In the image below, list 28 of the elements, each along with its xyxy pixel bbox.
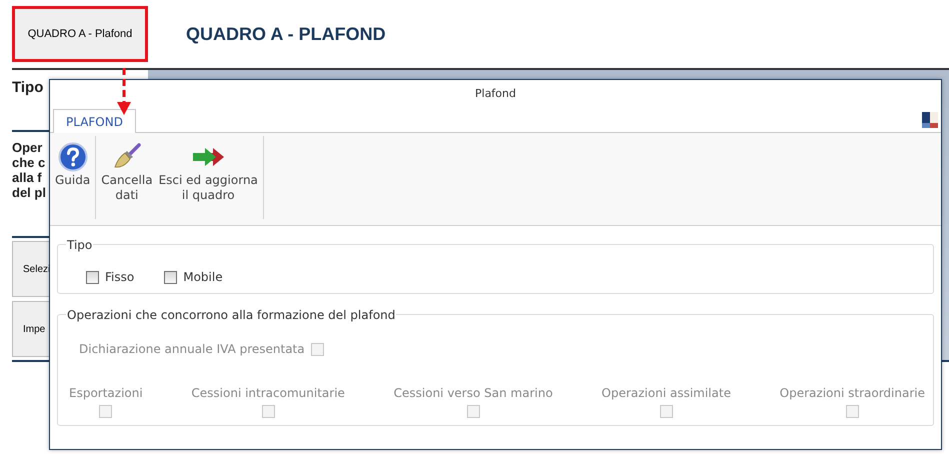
page-title: QUADRO A - PLAFOND: [186, 22, 386, 46]
checkbox-label: Dichiarazione annuale IVA presentata: [79, 341, 305, 358]
section-heading: del pl: [12, 185, 46, 200]
checkbox-label: Operazioni straordinarie: [780, 385, 925, 402]
annotation-arrow: [117, 68, 131, 116]
tab[interactable]: PLAFOND: [53, 109, 136, 133]
fieldset-legend: Operazioni che concorrono alla formazione del plafond: [67, 308, 396, 322]
arrow-icon: [191, 147, 226, 167]
section-heading: che c: [12, 155, 46, 170]
quadro-button[interactable]: QUADRO A - Plafond: [12, 6, 148, 62]
checkbox[interactable]: [164, 270, 178, 284]
section-heading: alla f: [12, 170, 42, 185]
checkbox-label: Esportazioni: [69, 385, 143, 402]
checkbox-label: Cessioni intracomunitarie: [191, 385, 345, 402]
checkbox[interactable]: [86, 270, 99, 284]
fieldset-legend: Tipo: [67, 238, 92, 252]
dialog-title: Plafond: [475, 86, 516, 102]
section-heading: Tipo: [12, 79, 44, 96]
checkbox-label: Mobile: [183, 269, 223, 286]
checkbox-label: Fisso: [105, 269, 134, 286]
app-logo-icon: [922, 112, 938, 128]
help-icon: [58, 142, 88, 172]
toolbar-button[interactable]: Guida: [52, 136, 94, 219]
checkbox-label: Cessioni verso San marino: [394, 385, 553, 402]
section-heading: Oper: [12, 140, 42, 155]
toolbar-button[interactable]: Cancella dati: [98, 136, 156, 219]
toolbar-button[interactable]: Esci ed aggiorna il quadro: [156, 136, 261, 219]
checkbox-label: Operazioni assimilate: [602, 385, 731, 402]
